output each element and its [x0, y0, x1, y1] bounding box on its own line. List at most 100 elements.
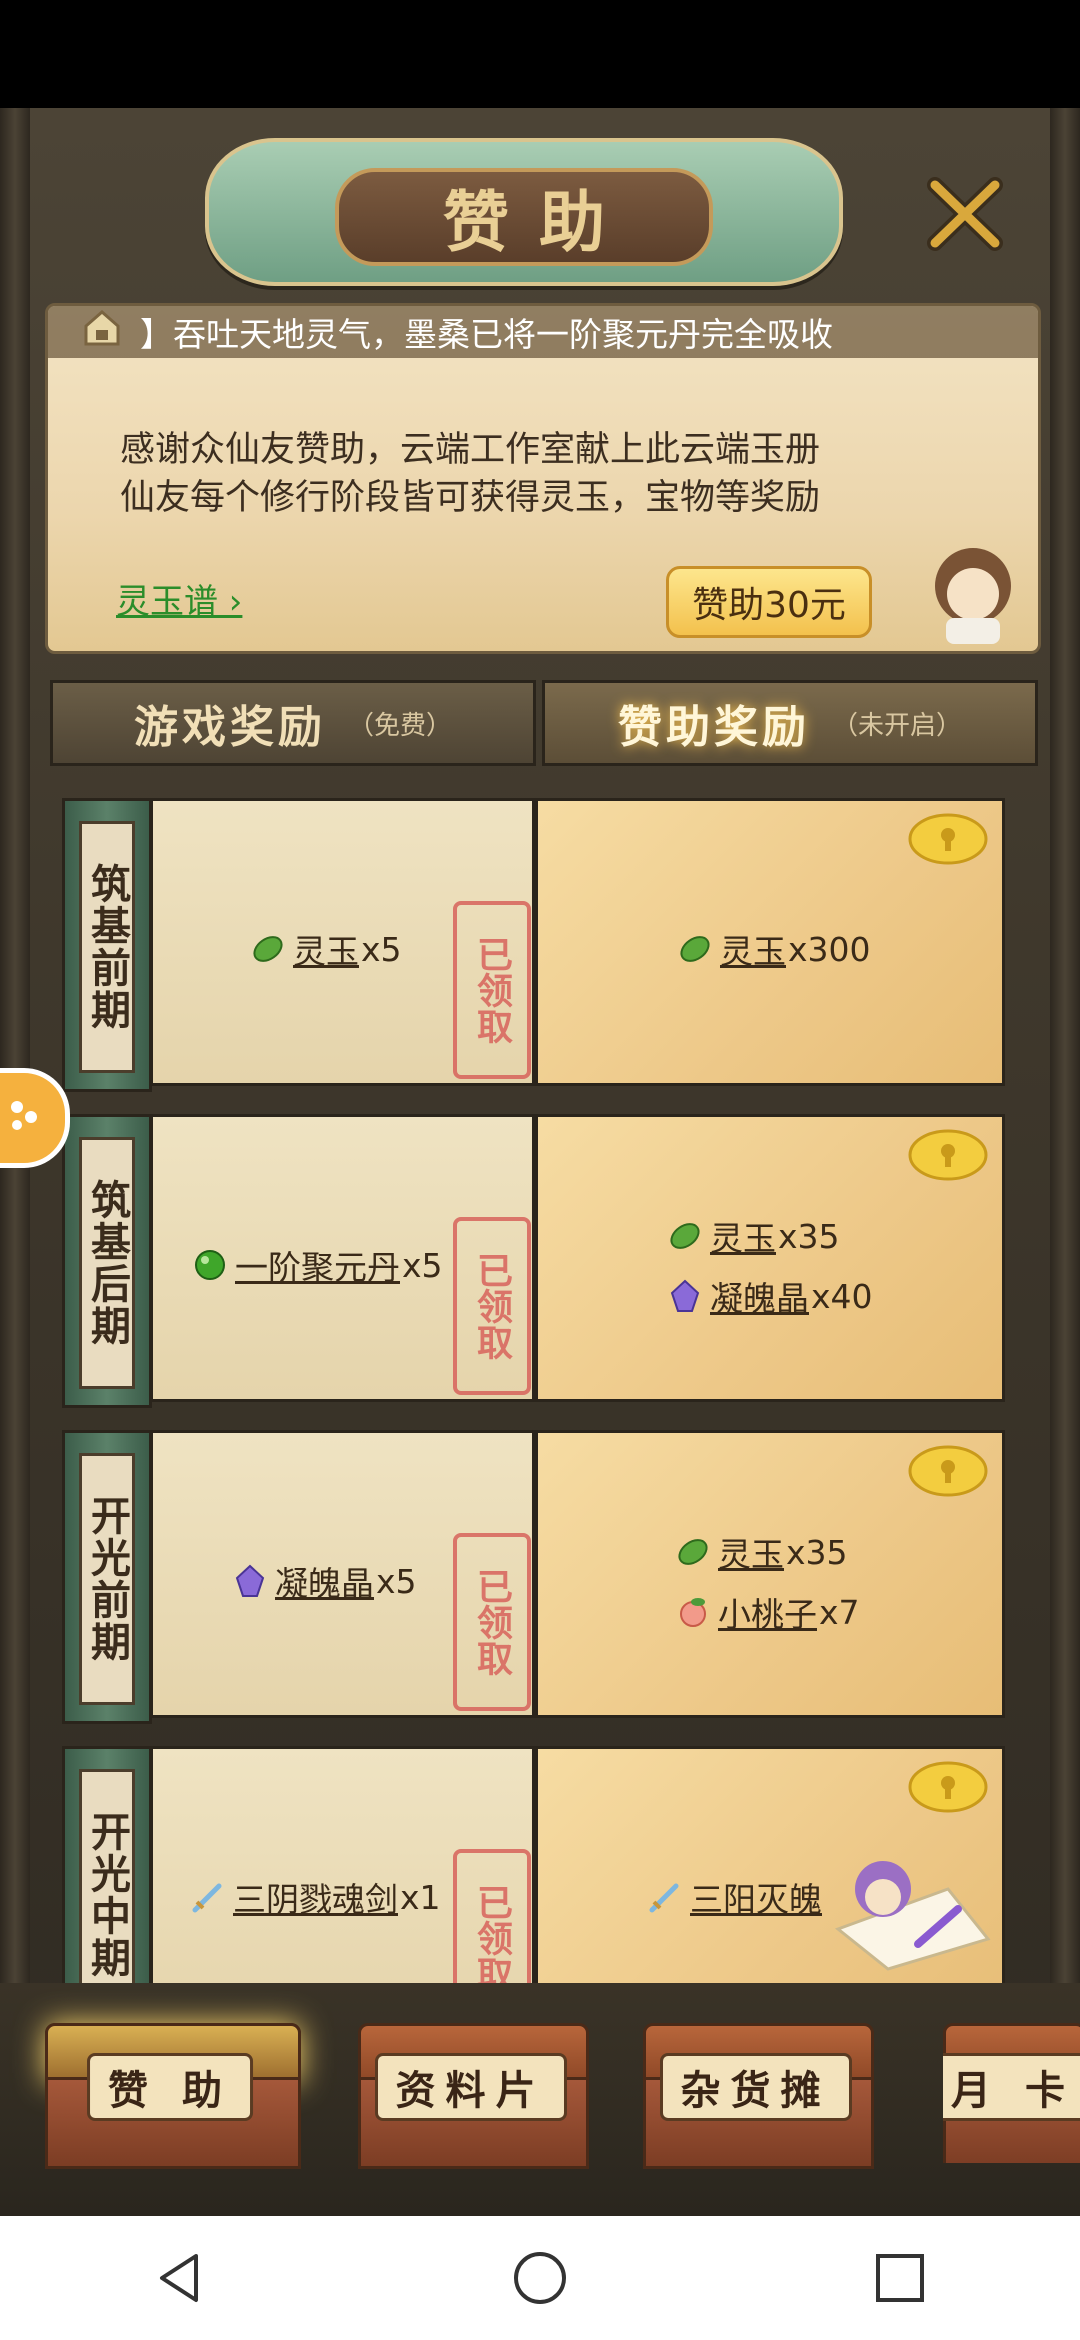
- reward-item[interactable]: 灵玉 x35: [668, 1212, 840, 1260]
- reward-list[interactable]: 筑基前期 灵玉 x5 已领取 灵玉 x300 筑基后期 一阶聚元丹 x5 已领取…: [62, 798, 1012, 2098]
- stage-plaque: 筑基后期: [79, 1137, 135, 1389]
- reward-row: 开光前期 凝魄晶 x5 已领取 灵玉 x35 小桃子 x7: [62, 1430, 1012, 1724]
- reward-tabs: 游戏奖励 （免费） 赞助奖励 （未开启）: [50, 680, 1038, 766]
- paid-reward-cell[interactable]: 灵玉 x300: [535, 798, 1005, 1086]
- close-button[interactable]: [920, 168, 1010, 258]
- item-qty: x1: [400, 1877, 441, 1917]
- jade-leaf-icon: [678, 1539, 708, 1565]
- lock-icon: [908, 813, 988, 865]
- reward-item[interactable]: 凝魄晶 x5: [233, 1557, 417, 1605]
- sword-icon: [649, 1883, 679, 1913]
- item-name: 凝魄晶: [275, 1564, 374, 1603]
- item-qty: x40: [811, 1276, 873, 1316]
- ticker-text: 】吞吐天地灵气，墨桑已将一阶聚元丹完全吸收: [140, 315, 833, 354]
- reward-item[interactable]: 灵玉 x5: [251, 925, 402, 973]
- item-name: 灵玉: [718, 1535, 784, 1574]
- free-reward-cell[interactable]: 一阶聚元丹 x5 已领取: [150, 1114, 535, 1402]
- reward-row: 筑基前期 灵玉 x5 已领取 灵玉 x300: [62, 798, 1012, 1092]
- game-screen: 赞助 】吞吐天地灵气，墨桑已将一阶聚元丹完全吸收 感谢众仙友赞助，云端工作室献上…: [0, 108, 1080, 2216]
- reward-item[interactable]: 一阶聚元丹 x5: [193, 1241, 443, 1289]
- close-icon: [927, 177, 1003, 251]
- jade-leaf-icon: [253, 936, 283, 962]
- item-qty: x5: [402, 1245, 443, 1285]
- menu-label: 月 卡: [943, 2053, 1080, 2121]
- tab-game-rewards[interactable]: 游戏奖励 （免费）: [50, 680, 536, 766]
- tab-sponsor-label: 赞助奖励: [617, 702, 810, 753]
- lock-icon: [908, 1129, 988, 1181]
- item-qty: x5: [361, 929, 402, 969]
- menu-sponsor-chest[interactable]: 赞 助: [45, 2023, 301, 2169]
- broadcast-ticker: 】吞吐天地灵气，墨桑已将一阶聚元丹完全吸收: [48, 306, 1038, 358]
- item-name: 三阴戮魂剑: [233, 1880, 398, 1919]
- lingyu-link-label: 灵玉谱: [116, 582, 218, 622]
- crystal-icon: [670, 1279, 700, 1312]
- jade-leaf-icon: [680, 936, 710, 962]
- reward-item[interactable]: 三阴戮魂剑 x1: [191, 1873, 441, 1921]
- reward-item[interactable]: 小桃子 x7: [676, 1588, 860, 1636]
- item-name: 灵玉: [293, 932, 359, 971]
- menu-label: 赞 助: [87, 2053, 253, 2121]
- nav-home-button[interactable]: [480, 2228, 600, 2328]
- item-name: 三阳灭魄: [690, 1880, 822, 1919]
- reward-item[interactable]: 三阳灭魄: [648, 1873, 824, 1921]
- floating-assist-button[interactable]: [0, 1068, 70, 1168]
- reward-item[interactable]: 凝魄晶 x40: [668, 1272, 873, 1320]
- tab-game-label: 游戏奖励: [133, 702, 326, 753]
- item-qty: x300: [788, 929, 871, 969]
- stage-label-frame: 筑基后期: [62, 1114, 152, 1408]
- item-qty: x5: [376, 1561, 417, 1601]
- tab-game-note: （免费）: [347, 710, 452, 741]
- item-name: 灵玉: [720, 932, 786, 971]
- menu-shop-chest[interactable]: 杂货摊: [643, 2023, 874, 2169]
- thanks-text: 感谢众仙友赞助，云端工作室献上此云端玉册 仙友每个修行阶段皆可获得灵玉，宝物等奖…: [120, 426, 1000, 522]
- reward-item[interactable]: 灵玉 x35: [676, 1528, 848, 1576]
- guide-character-icon: [834, 1861, 991, 1971]
- tab-sponsor-rewards[interactable]: 赞助奖励 （未开启）: [542, 680, 1038, 766]
- lingyu-catalog-link[interactable]: 灵玉谱 ›: [116, 574, 242, 623]
- menu-label: 杂货摊: [659, 2053, 852, 2121]
- crystal-icon: [235, 1564, 265, 1597]
- recents-square-icon: [876, 2254, 924, 2302]
- item-qty: x35: [778, 1216, 840, 1256]
- lock-icon: [908, 1445, 988, 1497]
- back-triangle-icon: [160, 2254, 198, 2302]
- stage-name: 筑基前期: [84, 863, 131, 1031]
- stage-label-frame: 筑基前期: [62, 798, 152, 1092]
- sword-icon: [192, 1883, 222, 1913]
- character-avatar-icon: [935, 548, 1011, 644]
- stage-plaque: 筑基前期: [79, 821, 135, 1073]
- item-name: 小桃子: [718, 1595, 817, 1634]
- system-nav-bar: [0, 2216, 1080, 2340]
- item-qty: x35: [786, 1532, 848, 1572]
- item-name: 凝魄晶: [710, 1279, 809, 1318]
- paid-reward-cell[interactable]: 灵玉 x35 小桃子 x7: [535, 1430, 1005, 1718]
- page-title: 赞助: [443, 183, 635, 261]
- stage-label-frame: 开光前期: [62, 1430, 152, 1724]
- peach-icon: [680, 1598, 706, 1627]
- jade-leaf-icon: [670, 1223, 700, 1249]
- menu-monthly-card-chest[interactable]: 月 卡: [943, 2023, 1080, 2163]
- stage-name: 筑基后期: [84, 1179, 131, 1347]
- item-qty: x7: [819, 1592, 860, 1632]
- bottom-menu: 赞 助 资料片 杂货摊 月 卡: [0, 1983, 1080, 2216]
- menu-dlc-chest[interactable]: 资料片: [358, 2023, 589, 2169]
- stage-name: 开光前期: [84, 1495, 131, 1663]
- stage-name: 开光中期: [84, 1811, 131, 1979]
- thanks-line-2: 仙友每个修行阶段皆可获得灵玉，宝物等奖励: [120, 478, 821, 518]
- thanks-line-1: 感谢众仙友赞助，云端工作室献上此云端玉册: [120, 430, 821, 470]
- reward-item[interactable]: 灵玉 x300: [678, 925, 871, 973]
- bell-icon: [84, 310, 120, 346]
- free-reward-cell[interactable]: 凝魄晶 x5 已领取: [150, 1430, 535, 1718]
- item-name: 灵玉: [710, 1219, 776, 1258]
- sponsor-30-button[interactable]: 赞助30元: [666, 566, 872, 638]
- reward-row: 筑基后期 一阶聚元丹 x5 已领取 灵玉 x35 凝魄晶 x40: [62, 1114, 1012, 1408]
- paid-reward-cell[interactable]: 灵玉 x35 凝魄晶 x40: [535, 1114, 1005, 1402]
- home-circle-icon: [514, 2252, 566, 2304]
- free-reward-cell[interactable]: 灵玉 x5 已领取: [150, 798, 535, 1086]
- tab-sponsor-note: （未开启）: [831, 710, 962, 741]
- nav-recents-button[interactable]: [840, 2228, 960, 2328]
- lock-icon: [908, 1761, 988, 1813]
- nav-back-button[interactable]: [120, 2228, 240, 2328]
- item-name: 一阶聚元丹: [235, 1248, 400, 1287]
- gamepad-icon: [11, 1101, 37, 1130]
